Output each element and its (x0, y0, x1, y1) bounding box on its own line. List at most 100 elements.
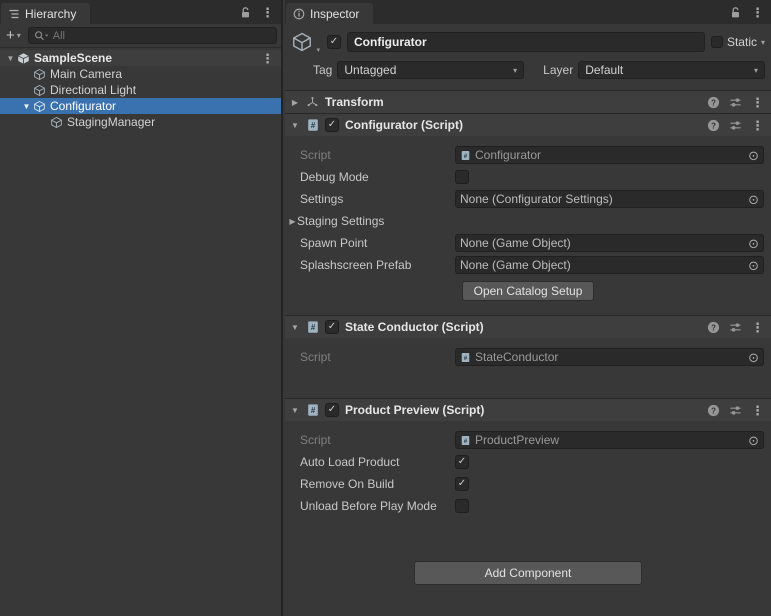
chevron-down-icon: ▾ (513, 66, 517, 75)
object-field-value: None (Game Object) (460, 236, 743, 250)
foldout-open-icon[interactable]: ▼ (20, 102, 33, 111)
component-enabled-checkbox[interactable] (325, 403, 339, 417)
hierarchy-row-stagingmanager[interactable]: StagingManager (0, 114, 281, 130)
property-row-script: Script # StateConductor ⊙ (285, 346, 771, 368)
foldout-open-icon[interactable]: ▼ (289, 121, 301, 130)
object-picker-icon[interactable]: ⊙ (747, 237, 760, 250)
gameobject-icon (33, 100, 46, 113)
script-object-field[interactable]: # Configurator ⊙ (455, 146, 764, 164)
gameobject-name-field[interactable]: Configurator (347, 32, 705, 52)
lock-icon[interactable] (240, 6, 251, 19)
object-picker-icon[interactable]: ⊙ (747, 351, 760, 364)
scene-menu-icon[interactable]: ⋮ (261, 52, 274, 65)
object-field-value: None (Game Object) (460, 258, 743, 272)
unload-before-play-mode-checkbox[interactable] (455, 499, 469, 513)
script-icon: # (306, 320, 320, 334)
property-label: Script (285, 350, 455, 364)
property-row-remove-on-build: Remove On Build (285, 473, 771, 495)
object-picker-icon[interactable]: ⊙ (747, 259, 760, 272)
hierarchy-row-scene[interactable]: ▼ SampleScene ⋮ (0, 50, 281, 66)
help-icon[interactable]: ? (707, 96, 720, 109)
script-object-field[interactable]: # ProductPreview ⊙ (455, 431, 764, 449)
presets-icon[interactable] (729, 96, 742, 109)
svg-text:#: # (311, 323, 316, 332)
svg-text:#: # (464, 354, 468, 361)
object-field-value: None (Configurator Settings) (460, 192, 743, 206)
script-icon: # (460, 352, 471, 363)
hierarchy-row-main-camera[interactable]: Main Camera (0, 66, 281, 82)
component-title: Transform (325, 95, 384, 109)
component-enabled-checkbox[interactable] (325, 118, 339, 132)
button-row: Open Catalog Setup (285, 281, 771, 301)
static-label: Static (727, 35, 757, 49)
tab-inspector[interactable]: Inspector (286, 3, 373, 24)
scene-icon (17, 52, 30, 65)
staging-settings-foldout[interactable]: ▶ Staging Settings (285, 210, 771, 232)
component-header-configurator[interactable]: ▼ # Configurator (Script) ? ⋮ (285, 113, 771, 136)
property-row-settings: Settings None (Configurator Settings) ⊙ (285, 188, 771, 210)
help-icon[interactable]: ? (707, 119, 720, 132)
property-label: Script (285, 433, 455, 447)
property-row-script: Script # ProductPreview ⊙ (285, 429, 771, 451)
component-header-transform[interactable]: ▶ Transform ? ⋮ (285, 90, 771, 113)
property-label: Script (285, 148, 455, 162)
hierarchy-row-directional-light[interactable]: Directional Light (0, 82, 281, 98)
foldout-closed-icon[interactable]: ▶ (285, 217, 297, 226)
lock-icon[interactable] (730, 6, 741, 19)
static-checkbox[interactable] (711, 36, 723, 48)
component-title: Product Preview (Script) (345, 403, 484, 417)
add-component-row: Add Component (285, 561, 771, 585)
tab-hierarchy[interactable]: Hierarchy (1, 3, 90, 24)
foldout-open-icon[interactable]: ▼ (4, 54, 17, 63)
object-picker-icon[interactable]: ⊙ (747, 434, 760, 447)
auto-load-product-checkbox[interactable] (455, 455, 469, 469)
component-enabled-checkbox[interactable] (325, 320, 339, 334)
hierarchy-search-input[interactable]: All (28, 27, 277, 44)
foldout-closed-icon[interactable]: ▶ (289, 98, 301, 107)
component-menu-icon[interactable]: ⋮ (751, 96, 764, 109)
gameobject-name: Configurator (50, 99, 116, 113)
inspector-tabstrip: Inspector ⋮ (285, 0, 771, 24)
search-placeholder: All (53, 30, 65, 42)
active-checkbox[interactable] (327, 35, 341, 49)
create-object-button[interactable]: +▾ (4, 28, 23, 43)
component-menu-icon[interactable]: ⋮ (751, 119, 764, 132)
presets-icon[interactable] (729, 119, 742, 132)
tag-dropdown[interactable]: Untagged ▾ (337, 61, 524, 79)
panel-menu-icon[interactable]: ⋮ (261, 6, 274, 19)
help-icon[interactable]: ? (707, 404, 720, 417)
script-object-field[interactable]: # StateConductor ⊙ (455, 348, 764, 366)
remove-on-build-checkbox[interactable] (455, 477, 469, 491)
gameobject-icon (50, 116, 63, 129)
property-label: Auto Load Product (285, 455, 455, 469)
settings-object-field[interactable]: None (Configurator Settings) ⊙ (455, 190, 764, 208)
component-header-product-preview[interactable]: ▼ # Product Preview (Script) ? ⋮ (285, 398, 771, 421)
spawn-point-object-field[interactable]: None (Game Object) ⊙ (455, 234, 764, 252)
gameobject-icon (33, 68, 46, 81)
component-header-state-conductor[interactable]: ▼ # State Conductor (Script) ? ⋮ (285, 315, 771, 338)
panel-menu-icon[interactable]: ⋮ (751, 6, 764, 19)
tab-inspector-label: Inspector (310, 7, 359, 21)
splashscreen-prefab-object-field[interactable]: None (Game Object) ⊙ (455, 256, 764, 274)
svg-text:#: # (464, 152, 468, 159)
help-icon[interactable]: ? (707, 321, 720, 334)
presets-icon[interactable] (729, 404, 742, 417)
object-picker-icon[interactable]: ⊙ (747, 149, 760, 162)
add-component-button[interactable]: Add Component (414, 561, 642, 585)
layer-dropdown[interactable]: Default ▾ (578, 61, 765, 79)
component-menu-icon[interactable]: ⋮ (751, 321, 764, 334)
static-dropdown-icon[interactable]: ▾ (761, 38, 765, 47)
open-catalog-setup-button[interactable]: Open Catalog Setup (462, 281, 595, 301)
foldout-open-icon[interactable]: ▼ (289, 323, 301, 332)
inspector-panel: Inspector ⋮ ▾ Configurator (285, 0, 771, 616)
static-control: Static ▾ (711, 35, 765, 49)
object-picker-icon[interactable]: ⊙ (747, 193, 760, 206)
debug-mode-checkbox[interactable] (455, 170, 469, 184)
component-menu-icon[interactable]: ⋮ (751, 404, 764, 417)
foldout-open-icon[interactable]: ▼ (289, 406, 301, 415)
gameobject-icon-button[interactable]: ▾ (291, 30, 321, 54)
presets-icon[interactable] (729, 321, 742, 334)
gameobject-name: StagingManager (67, 115, 155, 129)
hierarchy-row-configurator[interactable]: ▼ Configurator (0, 98, 281, 114)
gameobject-name: Directional Light (50, 83, 136, 97)
